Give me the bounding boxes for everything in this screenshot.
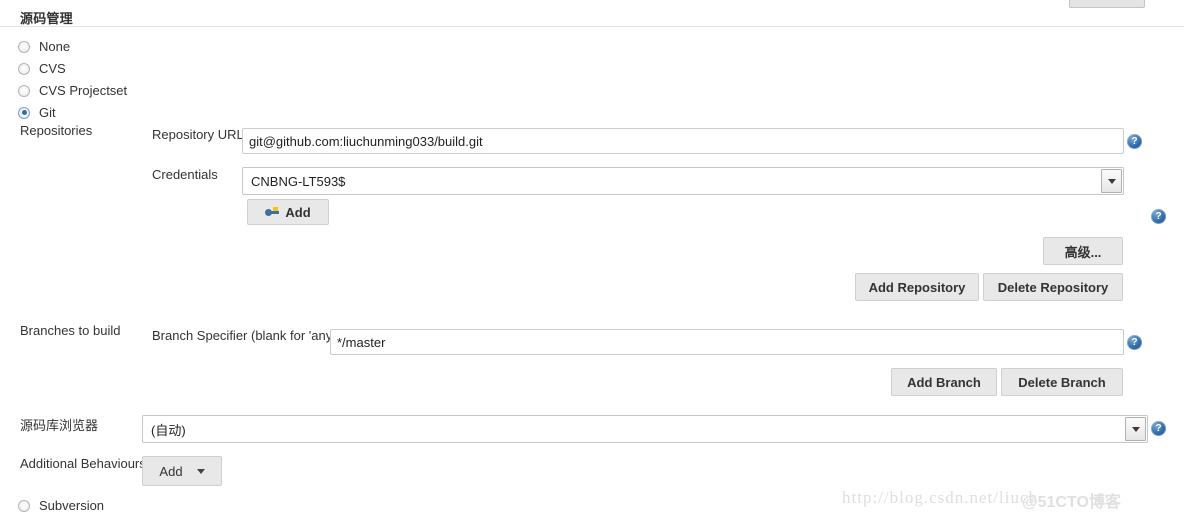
- scm-radio-git-label: Git: [39, 105, 56, 120]
- branches-to-build-label: Branches to build: [20, 323, 121, 338]
- chevron-down-icon: [1107, 178, 1116, 184]
- advanced-button[interactable]: 高级...: [1043, 237, 1123, 265]
- repository-url-input[interactable]: [242, 128, 1124, 154]
- repository-browser-help-icon[interactable]: ?: [1151, 421, 1166, 436]
- scm-radio-git[interactable]: Git: [18, 105, 56, 120]
- credentials-label: Credentials: [152, 167, 218, 182]
- add-branch-button[interactable]: Add Branch: [891, 368, 997, 396]
- scm-radio-cvs[interactable]: CVS: [18, 61, 66, 76]
- add-credentials-label: Add: [285, 204, 311, 220]
- page-title: 源码管理: [20, 11, 73, 26]
- add-branch-label: Add Branch: [907, 374, 981, 390]
- branch-specifier-label: Branch Specifier (blank for 'any'): [152, 328, 340, 343]
- scm-radio-cvs-projectset[interactable]: CVS Projectset: [18, 83, 127, 98]
- radio-cvs-icon[interactable]: [18, 62, 30, 75]
- repository-browser-select[interactable]: (自动): [142, 415, 1148, 443]
- add-repository-label: Add Repository: [868, 279, 966, 295]
- additional-behaviours-add-button[interactable]: Add: [142, 456, 222, 486]
- add-credentials-button[interactable]: Add: [247, 199, 329, 225]
- repository-url-help-icon[interactable]: ?: [1127, 134, 1142, 149]
- radio-subversion-icon[interactable]: [18, 499, 30, 512]
- credentials-dropdown-arrow[interactable]: [1101, 169, 1122, 193]
- radio-none-icon[interactable]: [18, 40, 30, 53]
- scm-radio-subversion[interactable]: Subversion: [18, 498, 104, 513]
- credentials-select-value: CNBNG-LT593$: [251, 173, 346, 189]
- advanced-label: 高级...: [1064, 244, 1102, 260]
- chevron-down-icon: [1131, 426, 1140, 432]
- scm-radio-cvs-label: CVS: [39, 61, 66, 76]
- credentials-help-icon[interactable]: ?: [1151, 209, 1166, 224]
- branch-specifier-input[interactable]: [330, 329, 1124, 355]
- radio-git-icon[interactable]: [18, 106, 30, 119]
- watermark-url: http://blog.csdn.net/liuch: [842, 488, 1038, 507]
- delete-repository-button[interactable]: Delete Repository: [983, 273, 1123, 301]
- branch-specifier-help-icon[interactable]: ?: [1127, 335, 1142, 350]
- delete-branch-label: Delete Branch: [1018, 374, 1106, 390]
- scm-radio-none[interactable]: None: [18, 39, 70, 54]
- section-divider: [0, 26, 1184, 27]
- scm-configuration-page: 源码管理 None CVS CVS Projectset Git Subvers…: [0, 0, 1184, 518]
- repository-url-label: Repository URL: [152, 127, 244, 142]
- delete-repository-label: Delete Repository: [997, 279, 1109, 295]
- radio-cvs-projectset-icon[interactable]: [18, 84, 30, 97]
- top-partial-button[interactable]: [1069, 0, 1145, 8]
- scm-radio-none-label: None: [39, 39, 71, 54]
- repository-browser-label: 源码库浏览器: [20, 418, 99, 433]
- credentials-select[interactable]: CNBNG-LT593$: [242, 167, 1124, 195]
- scm-radio-subversion-label: Subversion: [39, 498, 105, 513]
- delete-branch-button[interactable]: Delete Branch: [1001, 368, 1123, 396]
- watermark-site: @51CTO博客: [1022, 494, 1121, 511]
- scm-radio-cvs-projectset-label: CVS Projectset: [39, 83, 128, 98]
- chevron-down-icon: [196, 468, 205, 474]
- additional-behaviours-label: Additional Behaviours: [20, 456, 146, 471]
- add-repository-button[interactable]: Add Repository: [855, 273, 979, 301]
- additional-behaviours-add-label: Add: [159, 463, 183, 479]
- repository-browser-value: (自动): [151, 422, 186, 438]
- key-icon: [265, 206, 280, 218]
- repository-browser-dropdown-arrow[interactable]: [1125, 417, 1146, 441]
- repositories-label: Repositories: [20, 123, 93, 138]
